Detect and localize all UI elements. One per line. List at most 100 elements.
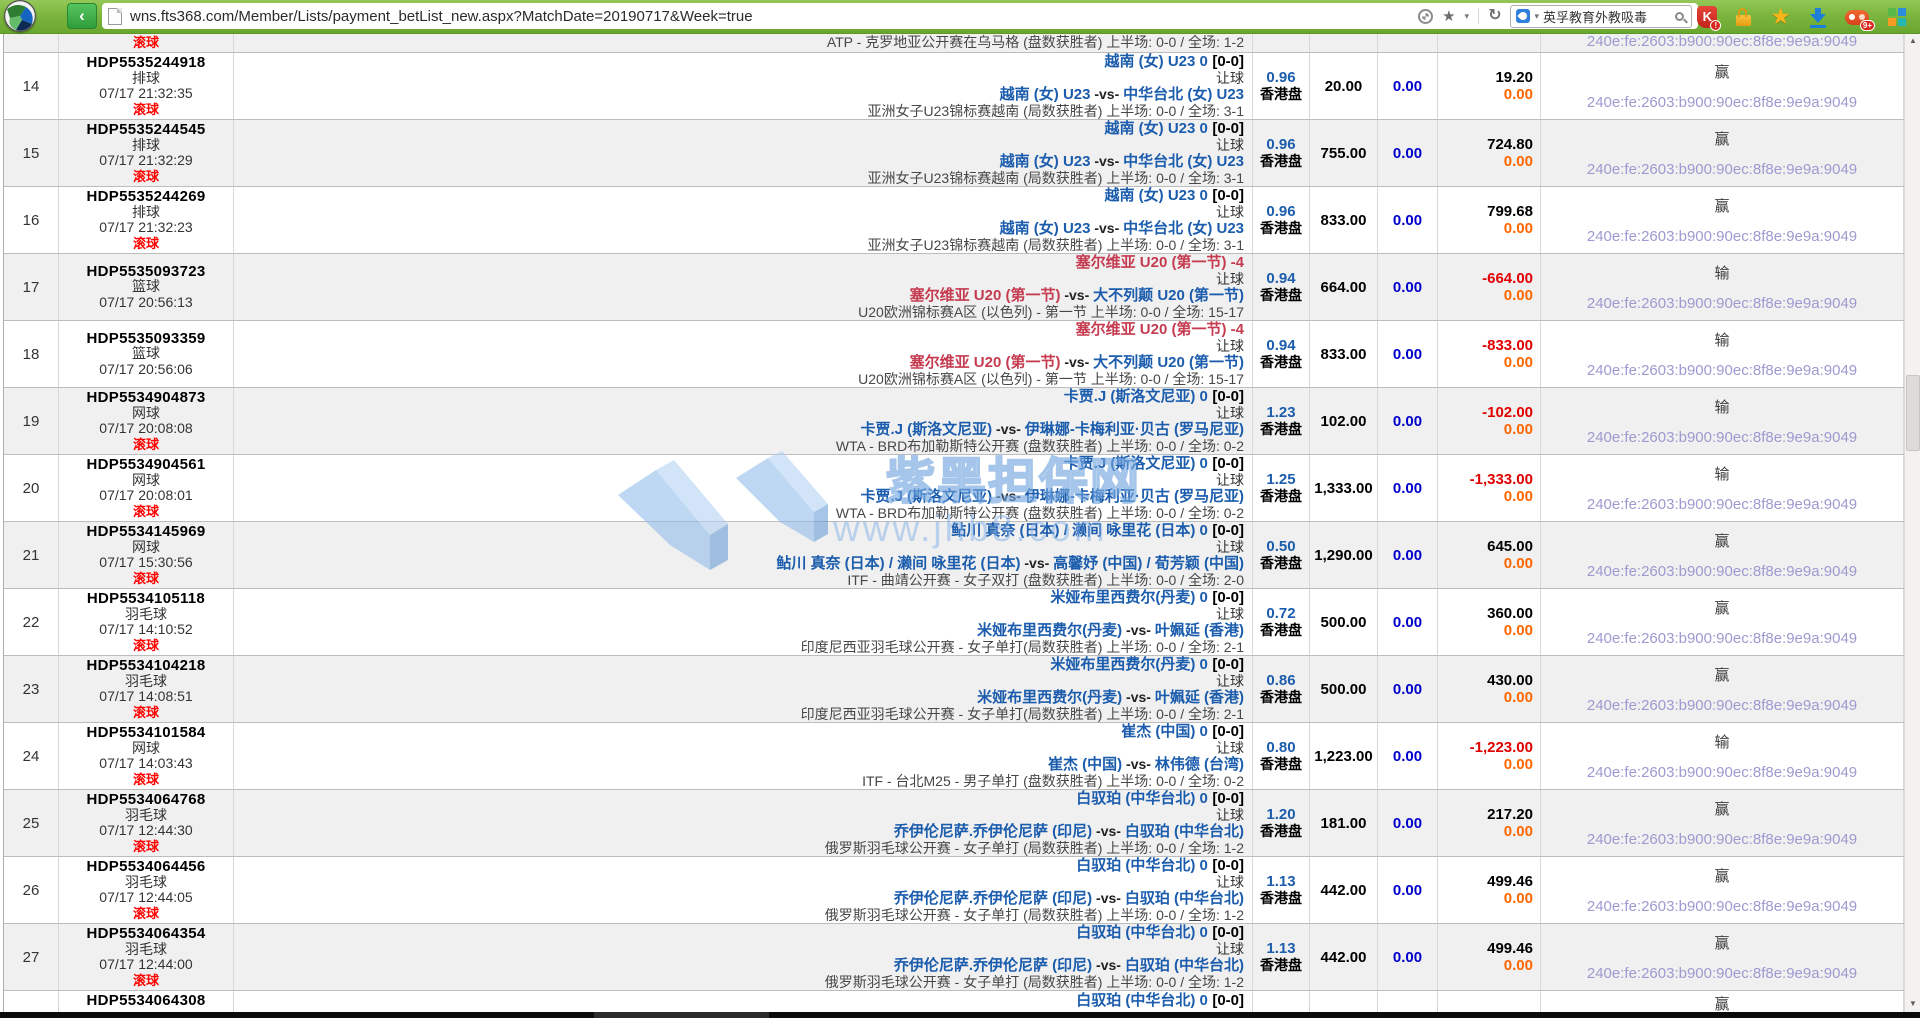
match-detail-cell: 崔杰 (中国) 0 [0-0]让球崔杰 (中国) -vs- 林伟德 (台湾)IT… — [234, 723, 1253, 789]
url-text[interactable]: wns.fts368.com/Member/Lists/payment_betL… — [130, 8, 753, 25]
league-line: 亚洲女子U23锦标赛越南 (局数获胜者) 上半场: 0-0 / 全场: 3-1 — [868, 103, 1244, 119]
market-type: 香港盘 — [1260, 890, 1302, 907]
bet-amount: 20.00 — [1325, 78, 1363, 95]
result-cell: 430.000.00 — [1438, 656, 1541, 722]
extension-compass-icon[interactable] — [1418, 9, 1433, 24]
search-magnifier-icon[interactable] — [1675, 12, 1684, 21]
bet-outcome: 赢 — [1714, 993, 1729, 1012]
result-cell: -1,223.000.00 — [1438, 723, 1541, 789]
odds-cell: 0.86香港盘 — [1253, 656, 1310, 722]
bet-selection: 塞尔维亚 U20 (第一节) -4 — [1076, 321, 1244, 338]
back-button[interactable]: ‹ — [67, 3, 97, 29]
bet-id: HDP5534904561 — [87, 457, 206, 473]
search-engine-icon[interactable] — [1516, 9, 1530, 23]
bet-row: 17HDP5535093723篮球07/17 20:56:13塞尔维亚 U20 … — [4, 254, 1904, 321]
browser-logo-icon[interactable] — [4, 0, 36, 32]
odds-cell: 0.72香港盘 — [1253, 589, 1310, 655]
bet-amount: 102.00 — [1321, 413, 1367, 430]
bet-outcome: 输 — [1714, 463, 1729, 484]
status-cell: 赢240e:fe:2603:b900:90ec:8f8e:9e9a:9049 — [1541, 857, 1904, 923]
vertical-scrollbar[interactable]: ▲ ▼ — [1904, 33, 1920, 1012]
search-input[interactable]: 英孚教育外教吸毒 — [1543, 7, 1671, 26]
result-secondary: 0.00 — [1504, 823, 1533, 840]
away-team: 白驭珀 (中华台北) — [1125, 823, 1244, 840]
bet-id-cell: HDP5534064768羽毛球07/17 12:44:30滚球 — [59, 790, 234, 856]
vs-label: -vs- — [992, 421, 1025, 437]
bet-outcome: 赢 — [1714, 195, 1729, 216]
games-icon[interactable]: 9+ — [1845, 10, 1869, 25]
download-icon[interactable] — [1810, 8, 1826, 26]
odds-cell: 1.13香港盘 — [1253, 857, 1310, 923]
bet-outcome: 赢 — [1714, 664, 1729, 685]
status-cell: 赢240e:fe:2603:b900:90ec:8f8e:9e9a:9049 — [1541, 790, 1904, 856]
bet-time: 07/17 15:30:56 — [99, 555, 192, 571]
away-team: 白驭珀 (中华台北) — [1125, 957, 1244, 974]
bet-amount: 833.00 — [1321, 212, 1367, 229]
scroll-down-button[interactable]: ▼ — [1905, 996, 1920, 1012]
odds-value: 0.96 — [1266, 136, 1295, 153]
away-team: 伊琳娜-卡梅利亚·贝古 (罗马尼亚) — [1025, 421, 1244, 438]
status-cell: 赢240e:fe:2603:b900:90ec:8f8e:9e9a:9049 — [1541, 120, 1904, 186]
valid-amount: 0.00 — [1393, 815, 1422, 832]
bet-id: HDP5534145969 — [87, 524, 206, 540]
league-line: U20欧洲锦标赛A区 (以色列) - 第一节 上半场: 0-0 / 全场: 15… — [858, 371, 1244, 387]
bet-list-table: 滚球 ATP - 克罗地亚公开赛在乌马格 (盘数获胜者) 上半场: 0-0 / … — [0, 33, 1904, 1012]
home-team: 米娅布里西费尔(丹麦) — [977, 689, 1122, 706]
home-team: 越南 (女) U23 — [1000, 220, 1091, 237]
away-team: 叶姵延 (香港) — [1155, 622, 1244, 639]
bet-time: 07/17 20:56:06 — [99, 362, 192, 378]
result-cell: 217.200.00 — [1438, 790, 1541, 856]
vs-label: -vs- — [1060, 354, 1093, 370]
result-amount: 724.80 — [1487, 136, 1533, 153]
search-box[interactable]: ▾ 英孚教育外教吸毒 — [1510, 5, 1692, 28]
bet-amount: 1,223.00 — [1314, 748, 1372, 765]
live-badge: 滚球 — [133, 102, 159, 118]
valid-amount: 0.00 — [1393, 949, 1422, 966]
bet-row: 23HDP5534104218羽毛球07/17 14:08:51滚球米娅布里西费… — [4, 656, 1904, 723]
away-team: 中华台北 (女) U23 — [1123, 153, 1244, 170]
bet-ip: 240e:fe:2603:b900:90ec:8f8e:9e9a:9049 — [1587, 898, 1857, 915]
scrollbar-thumb[interactable] — [1906, 375, 1920, 451]
valid-amount-cell: 0.00 — [1378, 120, 1438, 186]
lock-icon[interactable] — [1736, 15, 1751, 26]
bet-id: HDP5534104218 — [87, 658, 206, 674]
match-detail-cell: 白驭珀 (中华台北) 0 [0-0]让球乔伊伦尼萨.乔伊伦尼萨 (印尼) -vs… — [234, 924, 1253, 990]
live-badge: 滚球 — [133, 839, 159, 855]
address-bar[interactable]: wns.fts368.com/Member/Lists/payment_betL… — [102, 3, 1698, 29]
scroll-up-button[interactable]: ▲ — [1905, 33, 1920, 49]
search-engine-caret-icon[interactable]: ▾ — [1534, 11, 1539, 22]
valid-amount: 0.00 — [1393, 882, 1422, 899]
bookmark-caret-icon[interactable]: ▾ — [1465, 11, 1470, 22]
apps-grid-icon[interactable] — [1888, 8, 1906, 26]
selection-score: [0-0] — [1212, 522, 1244, 539]
result-secondary: 0.00 — [1504, 220, 1533, 237]
result-cell: -1,333.000.00 — [1438, 455, 1541, 521]
live-badge: 滚球 — [133, 236, 159, 252]
bookmark-star-icon[interactable]: ★ — [1442, 9, 1455, 24]
bet-row: 24HDP5534101584网球07/17 14:03:43滚球崔杰 (中国)… — [4, 723, 1904, 790]
status-cell: 赢240e:fe:2603:b900:90ec:8f8e:9e9a:9049 — [1541, 522, 1904, 588]
vs-label: -vs- — [1090, 220, 1123, 236]
bet-outcome: 输 — [1714, 731, 1729, 752]
result-cell: 499.460.00 — [1438, 857, 1541, 923]
bet-selection: 白驭珀 (中华台北) 0 — [1076, 924, 1208, 941]
bet-row-partial-bottom: HDP5534064308 白驭珀 (中华台北) 0 [0-0] 赢 — [4, 991, 1904, 1012]
result-amount: -664.00 — [1482, 270, 1533, 287]
live-badge: 滚球 — [133, 504, 159, 520]
bet-amount: 1,333.00 — [1314, 480, 1372, 497]
valid-amount: 0.00 — [1393, 681, 1422, 698]
vs-label: -vs- — [1060, 287, 1093, 303]
bet-time: 07/17 14:10:52 — [99, 622, 192, 638]
amount-cell: 833.00 — [1310, 187, 1378, 253]
refresh-icon[interactable]: ↻ — [1488, 8, 1501, 24]
security-shield-icon[interactable]: K! — [1697, 6, 1717, 28]
home-team: 米娅布里西费尔(丹麦) — [977, 622, 1122, 639]
bet-type-label: 让球 — [1216, 606, 1244, 622]
selection-score: [0-0] — [1212, 589, 1244, 606]
vs-label: -vs- — [1092, 890, 1125, 906]
home-team: 乔伊伦尼萨.乔伊伦尼萨 (印尼) — [894, 957, 1092, 974]
bet-amount: 181.00 — [1321, 815, 1367, 832]
amount-cell — [1310, 991, 1378, 1012]
bet-id-cell: HDP5534904873网球07/17 20:08:08滚球 — [59, 388, 234, 454]
favorites-star-icon[interactable]: ★ — [1770, 5, 1791, 28]
